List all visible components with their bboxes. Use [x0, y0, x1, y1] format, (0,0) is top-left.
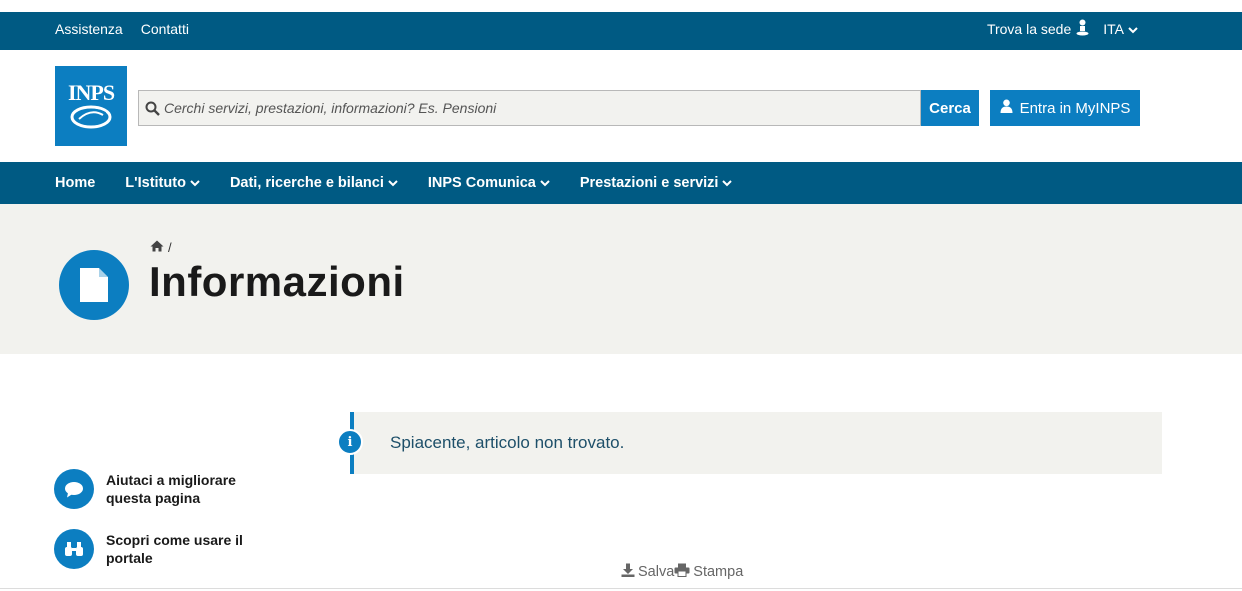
chevron-down-icon [388, 175, 398, 191]
binoculars-icon [54, 529, 94, 569]
portal-guide-label: Scopri come usare il portale [106, 532, 243, 566]
alert-message: Spiacente, articolo non trovato. [390, 433, 625, 452]
download-icon [621, 563, 635, 581]
document-icon [59, 250, 129, 320]
login-myinps-button[interactable]: Entra in MyINPS [990, 90, 1140, 126]
find-office-label: Trova la sede [986, 21, 1072, 37]
find-office-link[interactable]: Trova la sede [987, 19, 1089, 39]
page-tools: Salva Stampa [621, 563, 743, 581]
nav-label: L'Istituto [125, 175, 186, 191]
feedback-label: Aiutaci a migliorare questa pagina [106, 472, 236, 506]
feedback-link[interactable]: Aiutaci a migliorare questa pagina [54, 469, 266, 509]
search-input[interactable] [164, 100, 894, 116]
utility-links: Assistenza Contatti [55, 21, 189, 37]
breadcrumb: / [150, 240, 172, 255]
portal-guide-link[interactable]: Scopri come usare il portale [54, 529, 266, 569]
printer-icon [674, 563, 690, 581]
save-label: Salva [638, 564, 675, 580]
language-label: ITA [1103, 21, 1124, 37]
bottom-divider [0, 588, 1242, 589]
utility-right: Trova la sede ITA [987, 19, 1138, 39]
speech-bubble-icon [54, 469, 94, 509]
assistance-link[interactable]: Assistenza [55, 21, 123, 37]
logo-text: INPS [67, 80, 115, 105]
search-button[interactable]: Cerca [921, 90, 979, 126]
info-icon: i [337, 429, 363, 455]
print-label: Stampa [693, 564, 744, 580]
login-label: Entra in MyINPS [1019, 99, 1131, 117]
home-icon[interactable] [150, 240, 164, 255]
browser-strip [0, 0, 1242, 12]
save-button[interactable]: Salva [621, 563, 674, 581]
nav-label: Home [55, 175, 96, 191]
map-pin-person-icon [1076, 19, 1089, 39]
chevron-down-icon [722, 175, 733, 191]
nav-item-istituto[interactable]: L'Istituto [125, 175, 200, 191]
nav-item-dati[interactable]: Dati, ricerche e bilanci [230, 175, 398, 191]
page-hero: / Informazioni [0, 204, 1242, 354]
nav-item-prestazioni[interactable]: Prestazioni e servizi [580, 175, 733, 191]
nav-label: INPS Comunica [427, 175, 536, 191]
search-icon [145, 101, 160, 116]
logo-swirl-icon [70, 105, 112, 129]
breadcrumb-separator: / [168, 240, 172, 255]
user-icon [1000, 99, 1013, 117]
nav-item-home[interactable]: Home [55, 175, 95, 191]
search-box [138, 90, 921, 126]
nav-item-comunica[interactable]: INPS Comunica [428, 175, 550, 191]
chevron-down-icon [540, 175, 550, 191]
contacts-link[interactable]: Contatti [141, 21, 189, 37]
top-utility-bar: Assistenza Contatti Trova la sede ITA [0, 12, 1242, 50]
page-title: Informazioni [149, 258, 405, 305]
chevron-down-icon [190, 175, 200, 191]
inps-logo[interactable]: INPS [55, 66, 127, 146]
nav-label: Dati, ricerche e bilanci [229, 175, 384, 191]
main-nav: Home L'Istituto Dati, ricerche e bilanci… [0, 162, 1242, 204]
print-button[interactable]: Stampa [674, 563, 743, 581]
nav-label: Prestazioni e servizi [579, 175, 719, 191]
site-header: INPS Cerca Entra in MyINPS [0, 50, 1242, 162]
language-selector[interactable]: ITA [1103, 21, 1138, 37]
chevron-down-icon [1128, 21, 1138, 37]
not-found-alert: i Spiacente, articolo non trovato. [337, 412, 1162, 474]
